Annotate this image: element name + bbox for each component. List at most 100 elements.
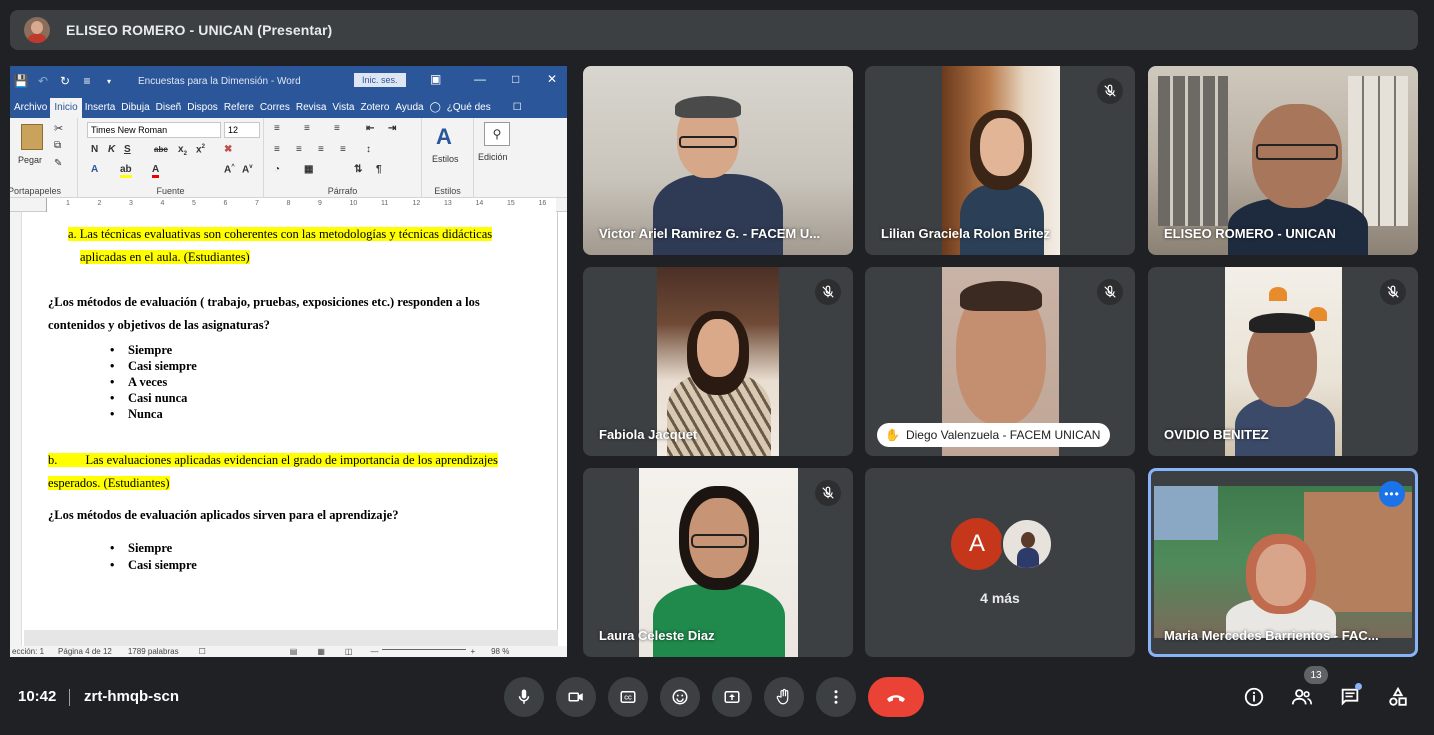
bullets-icon[interactable]: ≡ [274, 123, 280, 134]
proofing-icon[interactable]: ☐ [199, 647, 206, 656]
participant-tile-maria[interactable]: ••• Maria Mercedes Barrientos - FAC... [1148, 468, 1418, 657]
search-icon[interactable]: ⚲ [484, 122, 510, 146]
decrease-indent-icon[interactable]: ⇤ [366, 123, 374, 134]
read-mode-icon[interactable]: ▤ [290, 647, 298, 656]
underline-button[interactable]: S [124, 144, 131, 155]
clear-format-icon[interactable]: ✖ [224, 144, 232, 155]
tab-vista[interactable]: Vista [329, 102, 357, 118]
more-options-button[interactable] [816, 677, 856, 717]
shrink-font-icon[interactable]: Av [242, 164, 253, 175]
comments-icon[interactable]: ☐ [510, 102, 525, 118]
highlight-color-icon[interactable]: ab [120, 164, 132, 178]
tab-refere[interactable]: Refere [221, 102, 257, 118]
participant-tile-laura[interactable]: Laura Celeste Diaz [583, 468, 853, 657]
increase-indent-icon[interactable]: ⇥ [388, 123, 396, 134]
avatar-photo [1001, 518, 1053, 570]
redo-icon[interactable]: ↻ [54, 74, 76, 88]
participant-tile-lilian[interactable]: Lilian Graciela Rolon Britez [865, 66, 1135, 255]
chat-button[interactable] [1333, 680, 1367, 714]
ribbon-display-icon[interactable]: ▣ [430, 72, 441, 86]
strikethrough-button[interactable]: abc [154, 145, 168, 154]
camera-button[interactable] [556, 677, 596, 717]
document-page[interactable]: a. Las técnicas evaluativas son coherent… [24, 212, 558, 630]
customize-icon[interactable]: ≡ [76, 74, 98, 88]
borders-icon[interactable]: ▦ [304, 164, 313, 175]
shading-icon[interactable]: ◔ [274, 164, 280, 175]
microphone-button[interactable] [504, 677, 544, 717]
tab-revisa[interactable]: Revisa [293, 102, 330, 118]
more-participants-tile[interactable]: A 4 más [865, 468, 1135, 657]
italic-button[interactable]: K [108, 144, 115, 155]
sort-icon[interactable]: ⇅ [354, 164, 362, 175]
paste-icon[interactable] [21, 124, 43, 150]
status-page[interactable]: Página 4 de 12 [58, 647, 112, 656]
participant-tile-fabiola[interactable]: Fabiola Jacquet [583, 267, 853, 456]
subscript-button[interactable]: x2 [178, 144, 187, 157]
raise-hand-button[interactable] [764, 677, 804, 717]
copy-icon[interactable]: ⧉ [54, 140, 61, 151]
participant-tile-diego[interactable]: ✋ Diego Valenzuela - FACEM UNICAN [865, 267, 1135, 456]
zoom-out-button[interactable]: — [370, 647, 378, 656]
participant-tile-ovidio[interactable]: OVIDIO BENITEZ [1148, 267, 1418, 456]
captions-button[interactable]: CC [608, 677, 648, 717]
end-call-button[interactable] [868, 677, 924, 717]
tab-corres[interactable]: Corres [257, 102, 293, 118]
meeting-details-button[interactable] [1237, 680, 1271, 714]
tab-diseno[interactable]: Diseñ [153, 102, 185, 118]
reactions-button[interactable] [660, 677, 700, 717]
sign-in-button[interactable]: Inic. ses. [354, 73, 406, 87]
more-options-icon[interactable]: ••• [1379, 481, 1405, 507]
avatar-initial: A [951, 518, 1003, 570]
line-spacing-icon[interactable]: ↕ [366, 144, 371, 155]
maximize-icon[interactable]: □ [512, 72, 519, 86]
align-right-icon[interactable]: ≡ [318, 144, 324, 155]
zoom-slider[interactable] [382, 649, 467, 650]
participant-tile-eliseo[interactable]: ELISEO ROMERO - UNICAN [1148, 66, 1418, 255]
text-effects-icon[interactable]: A [91, 164, 98, 175]
show-marks-icon[interactable]: ¶ [376, 164, 382, 175]
close-icon[interactable]: ✕ [547, 72, 557, 86]
superscript-button[interactable]: x2 [196, 144, 205, 155]
cut-icon[interactable]: ✂ [54, 122, 63, 135]
font-size-select[interactable]: 12 [224, 122, 260, 138]
status-words[interactable]: 1789 palabras [128, 647, 179, 656]
participant-name: Laura Celeste Diaz [599, 628, 715, 643]
styles-icon[interactable]: A [436, 124, 452, 150]
font-color-icon[interactable]: A [152, 164, 160, 178]
participant-tile-victor[interactable]: Victor Ariel Ramirez G. - FACEM U... [583, 66, 853, 255]
tab-dibuja[interactable]: Dibuja [118, 102, 152, 118]
tab-ayuda[interactable]: Ayuda [392, 102, 426, 118]
activities-button[interactable] [1381, 680, 1415, 714]
styles-button[interactable]: Estilos [432, 154, 459, 164]
save-icon[interactable]: 💾 [10, 74, 32, 88]
zoom-level[interactable]: 98 % [491, 647, 509, 656]
dropdown-icon[interactable]: ▾ [98, 77, 120, 86]
zoom-in-button[interactable]: + [470, 647, 475, 656]
presenter-avatar [24, 17, 50, 43]
tab-inserta[interactable]: Inserta [82, 102, 119, 118]
bold-button[interactable]: N [91, 144, 98, 155]
multilevel-icon[interactable]: ≡ [334, 123, 340, 134]
present-button[interactable] [712, 677, 752, 717]
tab-dispos[interactable]: Dispos [184, 102, 221, 118]
people-button[interactable] [1285, 680, 1319, 714]
numbering-icon[interactable]: ≡ [304, 123, 310, 134]
minimize-icon[interactable]: — [474, 72, 486, 86]
lightbulb-icon[interactable]: ◯ [427, 102, 444, 118]
justify-icon[interactable]: ≡ [340, 144, 346, 155]
web-layout-icon[interactable]: ◫ [345, 647, 353, 656]
print-layout-icon[interactable]: ▦ [317, 647, 325, 656]
tab-inicio[interactable]: Inicio [50, 98, 82, 118]
tab-archivo[interactable]: Archivo [10, 102, 50, 118]
paste-button[interactable]: Pegar [18, 155, 42, 165]
format-painter-icon[interactable]: ✎ [54, 158, 62, 169]
tab-zotero[interactable]: Zotero [357, 102, 392, 118]
tell-me-search[interactable]: ¿Qué des [444, 102, 494, 118]
editing-button[interactable]: Edición [478, 152, 508, 162]
align-left-icon[interactable]: ≡ [274, 144, 280, 155]
align-center-icon[interactable]: ≡ [296, 144, 302, 155]
grow-font-icon[interactable]: A^ [224, 164, 235, 175]
undo-icon[interactable]: ↶ [32, 74, 54, 88]
font-name-select[interactable]: Times New Roman [87, 122, 221, 138]
item-b-line2: esperados. (Estudiantes) [48, 476, 170, 490]
